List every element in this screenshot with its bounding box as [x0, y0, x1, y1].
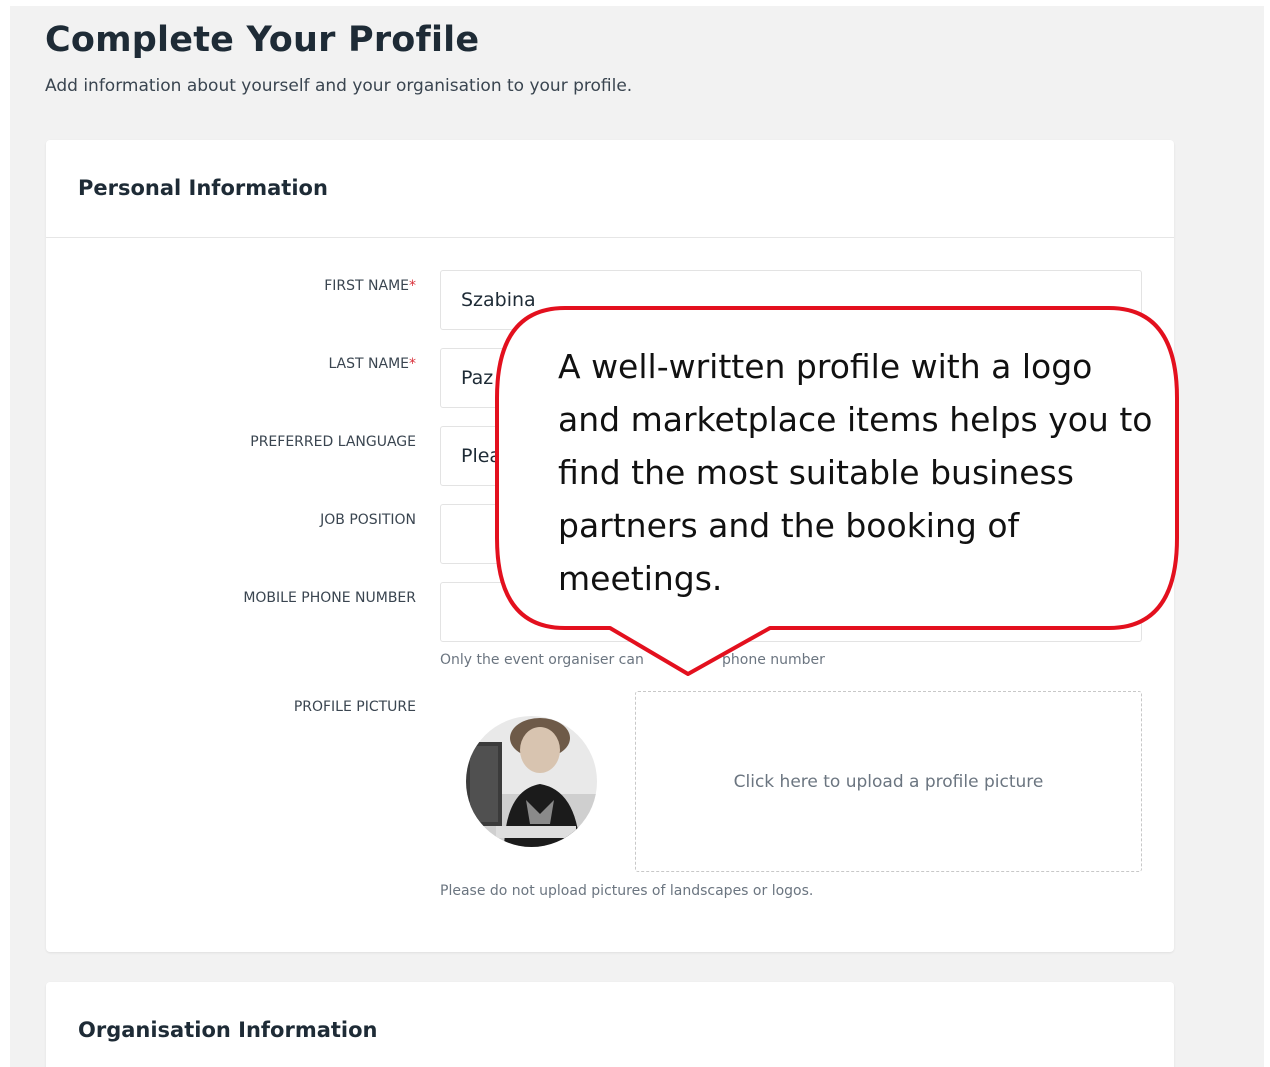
avatar [466, 716, 597, 847]
upload-prompt: Click here to upload a profile picture [733, 771, 1044, 792]
last-name-label-text: LAST NAME [328, 356, 409, 372]
required-mark: * [409, 356, 416, 372]
mobile-phone-help-right: phone number [722, 652, 825, 668]
organisation-information-header: Organisation Information [46, 982, 1174, 1067]
page-title: Complete Your Profile [45, 20, 480, 60]
profile-picture-label: PROFILE PICTURE [293, 699, 416, 715]
profile-picture-help: Please do not upload pictures of landsca… [440, 883, 814, 899]
preferred-language-label: PREFERRED LANGUAGE [250, 434, 416, 450]
page-subtitle: Add information about yourself and your … [45, 76, 633, 96]
last-name-label: LAST NAME* [328, 356, 416, 372]
callout-text: A well-written profile with a logo and m… [558, 347, 1153, 598]
avatar-photo [466, 716, 597, 847]
personal-information-title: Personal Information [78, 176, 328, 200]
required-mark: * [409, 278, 416, 294]
profile-picture-upload-zone[interactable]: Click here to upload a profile picture [635, 691, 1142, 872]
organisation-information-title: Organisation Information [78, 1018, 378, 1042]
mobile-phone-help-left: Only the event organiser can [440, 652, 644, 668]
organisation-information-card: Organisation Information [46, 982, 1174, 1067]
first-name-label-text: FIRST NAME [324, 278, 409, 294]
personal-information-header: Personal Information [46, 140, 1174, 238]
first-name-input[interactable] [440, 270, 1142, 330]
job-position-label: JOB POSITION [320, 512, 416, 528]
first-name-label: FIRST NAME* [324, 278, 416, 294]
mobile-phone-label: MOBILE PHONE NUMBER [243, 590, 416, 606]
